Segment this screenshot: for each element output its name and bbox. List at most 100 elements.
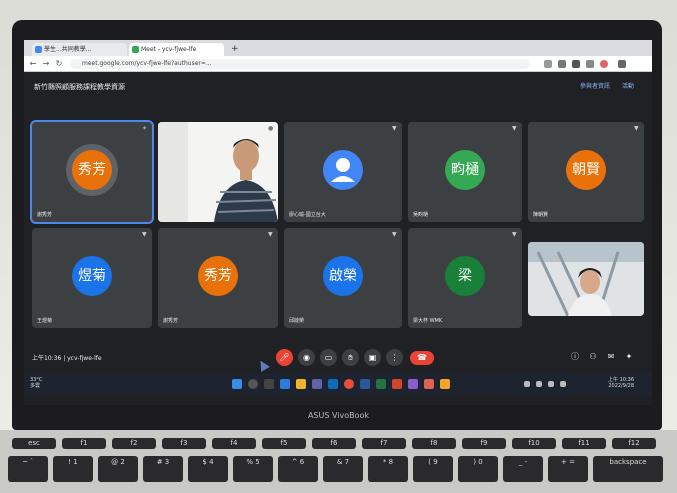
- app-icon[interactable]: [424, 379, 434, 389]
- mic-off-icon: ●: [268, 125, 274, 132]
- participant-avatar: 啟榮: [323, 256, 363, 296]
- powerpoint-icon[interactable]: [392, 379, 402, 389]
- battery-icon[interactable]: [560, 381, 566, 387]
- participant-name: 梁大杯 WMK: [413, 318, 443, 324]
- participant-tile[interactable]: 朝賢 ▼ 陳朝賢: [528, 122, 644, 222]
- participant-video-tile[interactable]: [528, 242, 644, 316]
- present-screen-icon[interactable]: ▣: [364, 349, 381, 366]
- word-icon[interactable]: [360, 379, 370, 389]
- key-f7[interactable]: f7: [362, 438, 406, 449]
- key-f10[interactable]: f10: [512, 438, 556, 449]
- menu-dots-icon[interactable]: [618, 60, 626, 68]
- volume-icon[interactable]: [548, 381, 554, 387]
- raise-hand-icon[interactable]: ✋︎: [342, 349, 359, 366]
- participant-video-tile[interactable]: ●: [158, 122, 278, 222]
- meeting-info-icon[interactable]: ⓘ: [570, 352, 580, 362]
- key-f4[interactable]: f4: [212, 438, 256, 449]
- bookmark-star-icon[interactable]: [558, 60, 566, 68]
- key-f6[interactable]: f6: [312, 438, 356, 449]
- chat-icon[interactable]: ✉: [606, 352, 616, 362]
- wifi-icon[interactable]: [536, 381, 542, 387]
- key-f9[interactable]: f9: [462, 438, 506, 449]
- key-symbol[interactable]: ^ 6: [278, 456, 318, 482]
- task-view-icon[interactable]: [264, 379, 274, 389]
- browser-tab-1[interactable]: 學生...共同教學...: [32, 43, 127, 56]
- participant-name: 謝秀芳: [37, 212, 53, 218]
- extension-icon[interactable]: [572, 60, 580, 68]
- app-icon[interactable]: [408, 379, 418, 389]
- key-symbol[interactable]: ) 0: [458, 456, 498, 482]
- tray-chevron-icon[interactable]: [524, 381, 530, 387]
- weather-widget[interactable]: 33°C 多雲: [30, 377, 42, 389]
- key-symbol[interactable]: _ -: [503, 456, 543, 482]
- participant-tile[interactable]: 畇樋 ▼ 吳畇樋: [408, 122, 522, 222]
- key-symbol[interactable]: * 8: [368, 456, 408, 482]
- chrome-icon[interactable]: [344, 379, 354, 389]
- participant-grid: 秀芳 ✦ 謝秀芳 ● ▼ 廖心瑜-國立台大 畇樋 ▼ 吳畇樋 朝賢 ▼ 陳朝賢 …: [30, 120, 644, 334]
- participant-tile[interactable]: 啟榮 ▼ 邱啟榮: [284, 228, 402, 328]
- forward-icon[interactable]: →: [41, 59, 51, 69]
- participant-avatar: 煜菊: [72, 256, 112, 296]
- key-f3[interactable]: f3: [162, 438, 206, 449]
- key-symbol[interactable]: & 7: [323, 456, 363, 482]
- key-symbol[interactable]: ! 1: [53, 456, 93, 482]
- puzzle-icon[interactable]: [586, 60, 594, 68]
- pin-icon[interactable]: ✦: [142, 126, 148, 132]
- camera-toggle-icon[interactable]: ◉: [298, 349, 315, 366]
- activities-button[interactable]: 活動: [622, 81, 634, 90]
- person-silhouette-icon: [331, 158, 355, 182]
- participant-tile[interactable]: 秀芳 ✦ 謝秀芳: [30, 120, 154, 224]
- key-esc[interactable]: esc: [12, 438, 56, 449]
- key-f5[interactable]: f5: [262, 438, 306, 449]
- url-field[interactable]: meet.google.com/ycv-fjwe-lfe?authuser=..…: [70, 59, 530, 69]
- excel-icon[interactable]: [376, 379, 386, 389]
- key-f8[interactable]: f8: [412, 438, 456, 449]
- reload-icon[interactable]: ↻: [54, 59, 64, 69]
- key-backspace[interactable]: backspace: [593, 456, 663, 482]
- store-icon[interactable]: [328, 379, 338, 389]
- clock-date: 2022/9/28: [608, 383, 634, 389]
- more-options-icon[interactable]: ⋮: [386, 349, 403, 366]
- key-symbol[interactable]: # 3: [143, 456, 183, 482]
- participant-tile[interactable]: 梁 ▼ 梁大杯 WMK: [408, 228, 522, 328]
- mic-toggle-icon[interactable]: 🎤︎: [276, 349, 293, 366]
- key-symbol[interactable]: + =: [548, 456, 588, 482]
- mic-off-icon: ▼: [142, 231, 147, 238]
- file-explorer-icon[interactable]: [296, 379, 306, 389]
- key-f2[interactable]: f2: [112, 438, 156, 449]
- tab-label: Meet - ycv-fjwe-lfe: [141, 46, 197, 53]
- search-icon[interactable]: [248, 379, 258, 389]
- browser-tab-meet[interactable]: Meet - ycv-fjwe-lfe: [129, 43, 224, 56]
- profile-avatar-icon[interactable]: [600, 60, 608, 68]
- participant-tile[interactable]: ▼ 廖心瑜-國立台大: [284, 122, 402, 222]
- key-f11[interactable]: f11: [562, 438, 606, 449]
- key-symbol[interactable]: ( 9: [413, 456, 453, 482]
- activities-icon[interactable]: ✦: [624, 352, 634, 362]
- key-symbol[interactable]: $ 4: [188, 456, 228, 482]
- key-symbol[interactable]: ~ `: [8, 456, 48, 482]
- edge-icon[interactable]: [280, 379, 290, 389]
- teams-icon[interactable]: [312, 379, 322, 389]
- participant-avatar: 畇樋: [445, 150, 485, 190]
- participant-name: 謝秀芳: [163, 318, 179, 324]
- new-tab-button[interactable]: +: [228, 43, 240, 56]
- key-symbol[interactable]: @ 2: [98, 456, 138, 482]
- participant-tile[interactable]: 秀芳 ▼ 謝秀芳: [158, 228, 278, 328]
- participants-info-button[interactable]: 參與者資訊: [580, 81, 610, 90]
- start-icon[interactable]: [232, 379, 242, 389]
- people-icon[interactable]: ⚇: [588, 352, 598, 362]
- key-symbol[interactable]: % 5: [233, 456, 273, 482]
- end-call-button[interactable]: ☎︎: [410, 351, 434, 365]
- captions-icon[interactable]: ▭: [320, 349, 337, 366]
- mic-off-icon: ▼: [634, 125, 639, 132]
- key-f1[interactable]: f1: [62, 438, 106, 449]
- key-f12[interactable]: f12: [612, 438, 656, 449]
- app-icon[interactable]: [440, 379, 450, 389]
- share-icon[interactable]: [544, 60, 552, 68]
- back-icon[interactable]: ←: [28, 59, 38, 69]
- weather-desc: 多雲: [30, 383, 41, 389]
- browser-address-bar: ← → ↻ meet.google.com/ycv-fjwe-lfe?authu…: [24, 56, 652, 72]
- taskbar-clock[interactable]: 上午 10:36 2022/9/28: [608, 377, 634, 389]
- participant-tile[interactable]: 煜菊 ▼ 王煜菊: [32, 228, 152, 328]
- participant-name: 陳朝賢: [533, 212, 549, 218]
